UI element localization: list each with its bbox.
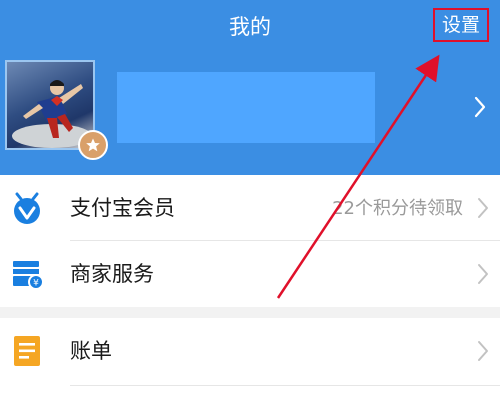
points-pending-text: 22个积分待领取 <box>332 198 463 219</box>
menu-item-label: 账单 <box>70 339 112 363</box>
menu-item-label: 商家服务 <box>70 262 154 286</box>
chevron-right-icon[interactable] <box>472 95 488 119</box>
menu-item-label: 支付宝会员 <box>70 196 175 220</box>
star-badge-icon <box>78 130 108 160</box>
chevron-right-icon <box>478 341 488 361</box>
page-title: 我的 <box>229 15 271 39</box>
divider <box>70 385 500 386</box>
chevron-right-icon <box>478 198 488 218</box>
menu-group-finance: 账单 <box>0 318 500 400</box>
chevron-right-icon <box>478 264 488 284</box>
username-redaction <box>117 72 375 143</box>
svg-text:¥: ¥ <box>33 279 39 289</box>
menu-item-merchant-service[interactable]: ¥ 商家服务 <box>0 241 500 307</box>
member-icon <box>14 192 40 224</box>
menu-group-services: 支付宝会员 22个积分待领取 ¥ 商家服务 <box>0 175 500 307</box>
menu-item-alipay-member[interactable]: 支付宝会员 22个积分待领取 <box>0 175 500 241</box>
merchant-icon: ¥ <box>13 261 44 290</box>
profile-header: 我的 设置 <box>0 0 500 175</box>
menu-item-bill[interactable]: 账单 <box>0 318 500 384</box>
settings-button[interactable]: 设置 <box>433 8 489 42</box>
bill-icon <box>14 336 40 366</box>
